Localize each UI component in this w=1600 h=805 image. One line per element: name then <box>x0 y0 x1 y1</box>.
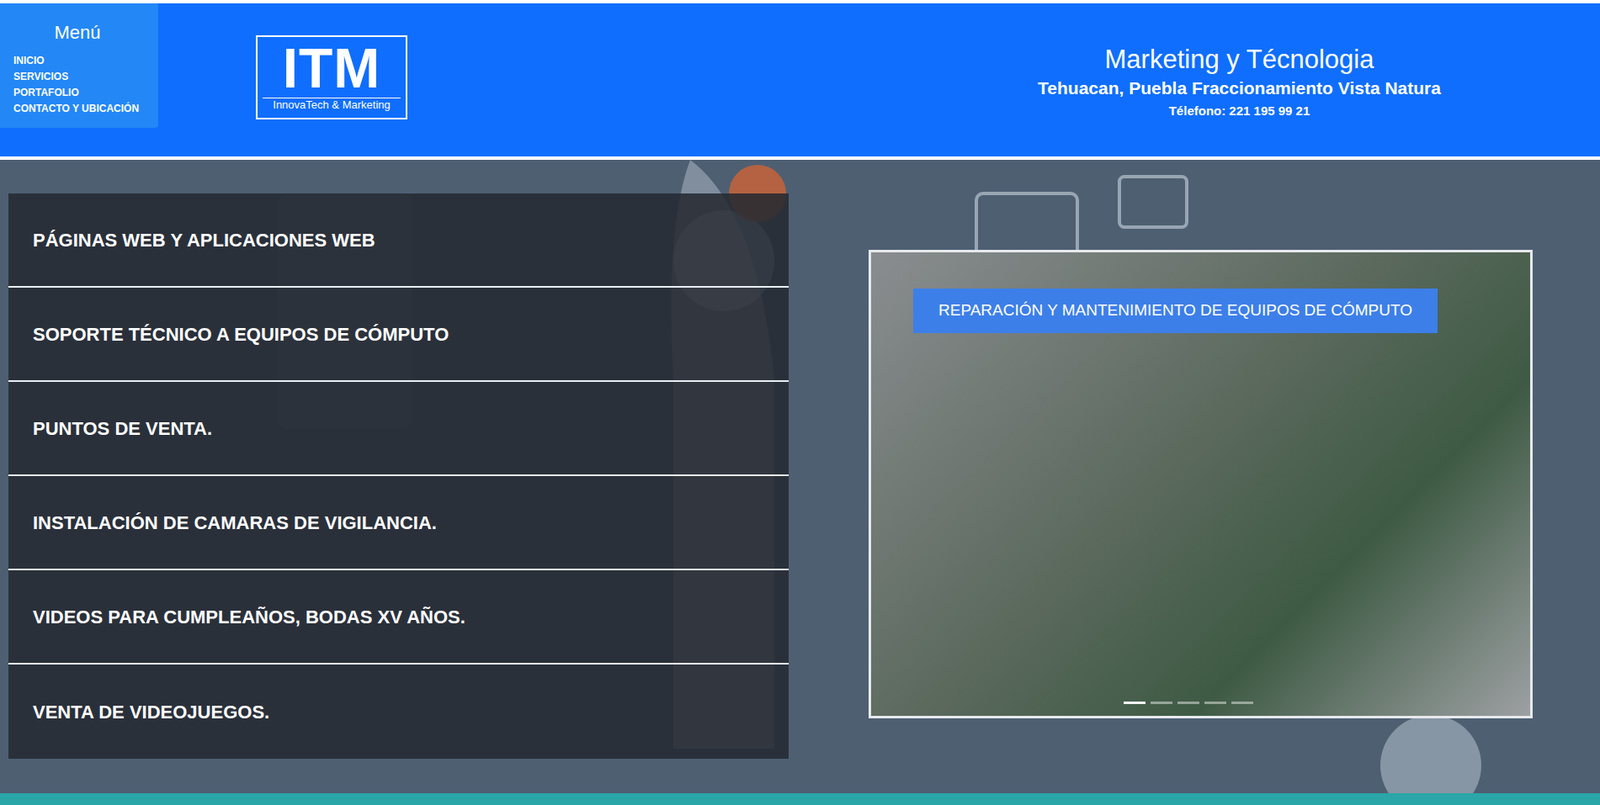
carousel-indicator[interactable] <box>1150 701 1173 705</box>
service-item[interactable]: SOPORTE TÉCNICO A EQUIPOS DE CÓMPUTO <box>8 287 789 383</box>
carousel-caption: REPARACIÓN Y MANTENIMIENTO DE EQUIPOS DE… <box>913 288 1438 334</box>
menu-item[interactable]: SERVICIOS <box>13 69 150 86</box>
carousel[interactable]: REPARACIÓN Y MANTENIMIENTO DE EQUIPOS DE… <box>868 249 1533 719</box>
carousel-indicator[interactable] <box>1204 701 1227 705</box>
carousel-indicator[interactable] <box>1123 701 1146 705</box>
services-list: PÁGINAS WEB Y APLICACIONES WEBSOPORTE TÉ… <box>8 193 789 760</box>
service-item[interactable]: PÁGINAS WEB Y APLICACIONES WEB <box>8 193 789 288</box>
header-info: Marketing y TécnologiaTehuacan, Puebla F… <box>407 3 1600 122</box>
logo-text: ITM <box>262 38 401 98</box>
side-menu: Menú INICIOSERVICIOSPORTAFOLIOCONTACTO Y … <box>0 3 159 128</box>
site-title: Marketing y Técnologia <box>878 43 1600 76</box>
hero: PÁGINAS WEB Y APLICACIONES WEBSOPORTE TÉ… <box>0 159 1600 794</box>
logo-tagline: InnovaTech & Marketing <box>262 97 401 112</box>
menu-item[interactable]: INICIO <box>13 53 150 70</box>
service-item[interactable]: VIDEOS PARA CUMPLEAÑOS, BODAS XV AÑOS. <box>8 570 789 665</box>
carousel-indicator[interactable] <box>1231 701 1254 705</box>
address: Tehuacan, Puebla Fraccionamiento Vista N… <box>878 75 1600 101</box>
page-header: Menú INICIOSERVICIOSPORTAFOLIOCONTACTO Y … <box>0 0 1600 160</box>
menu-item[interactable]: CONTACTO Y UBICACIÓN <box>13 100 150 117</box>
carousel-indicator[interactable] <box>1177 701 1200 705</box>
logo[interactable]: ITMInnovaTech & Marketing <box>255 35 408 120</box>
service-item[interactable]: INSTALACIÓN DE CAMARAS DE VIGILANCIA. <box>8 476 789 571</box>
bottom-strip <box>0 793 1600 805</box>
carousel-indicators <box>1123 701 1254 705</box>
header-bar: Menú INICIOSERVICIOSPORTAFOLIOCONTACTO Y … <box>0 3 1600 157</box>
service-item[interactable]: PUNTOS DE VENTA. <box>8 382 789 477</box>
phone-number: Télefono: 221 195 99 21 <box>878 100 1600 122</box>
menu-title: Menú <box>13 18 150 47</box>
menu-item[interactable]: PORTAFOLIO <box>13 85 150 101</box>
service-item[interactable]: VENTA DE VIDEOJUEGOS. <box>8 664 789 760</box>
